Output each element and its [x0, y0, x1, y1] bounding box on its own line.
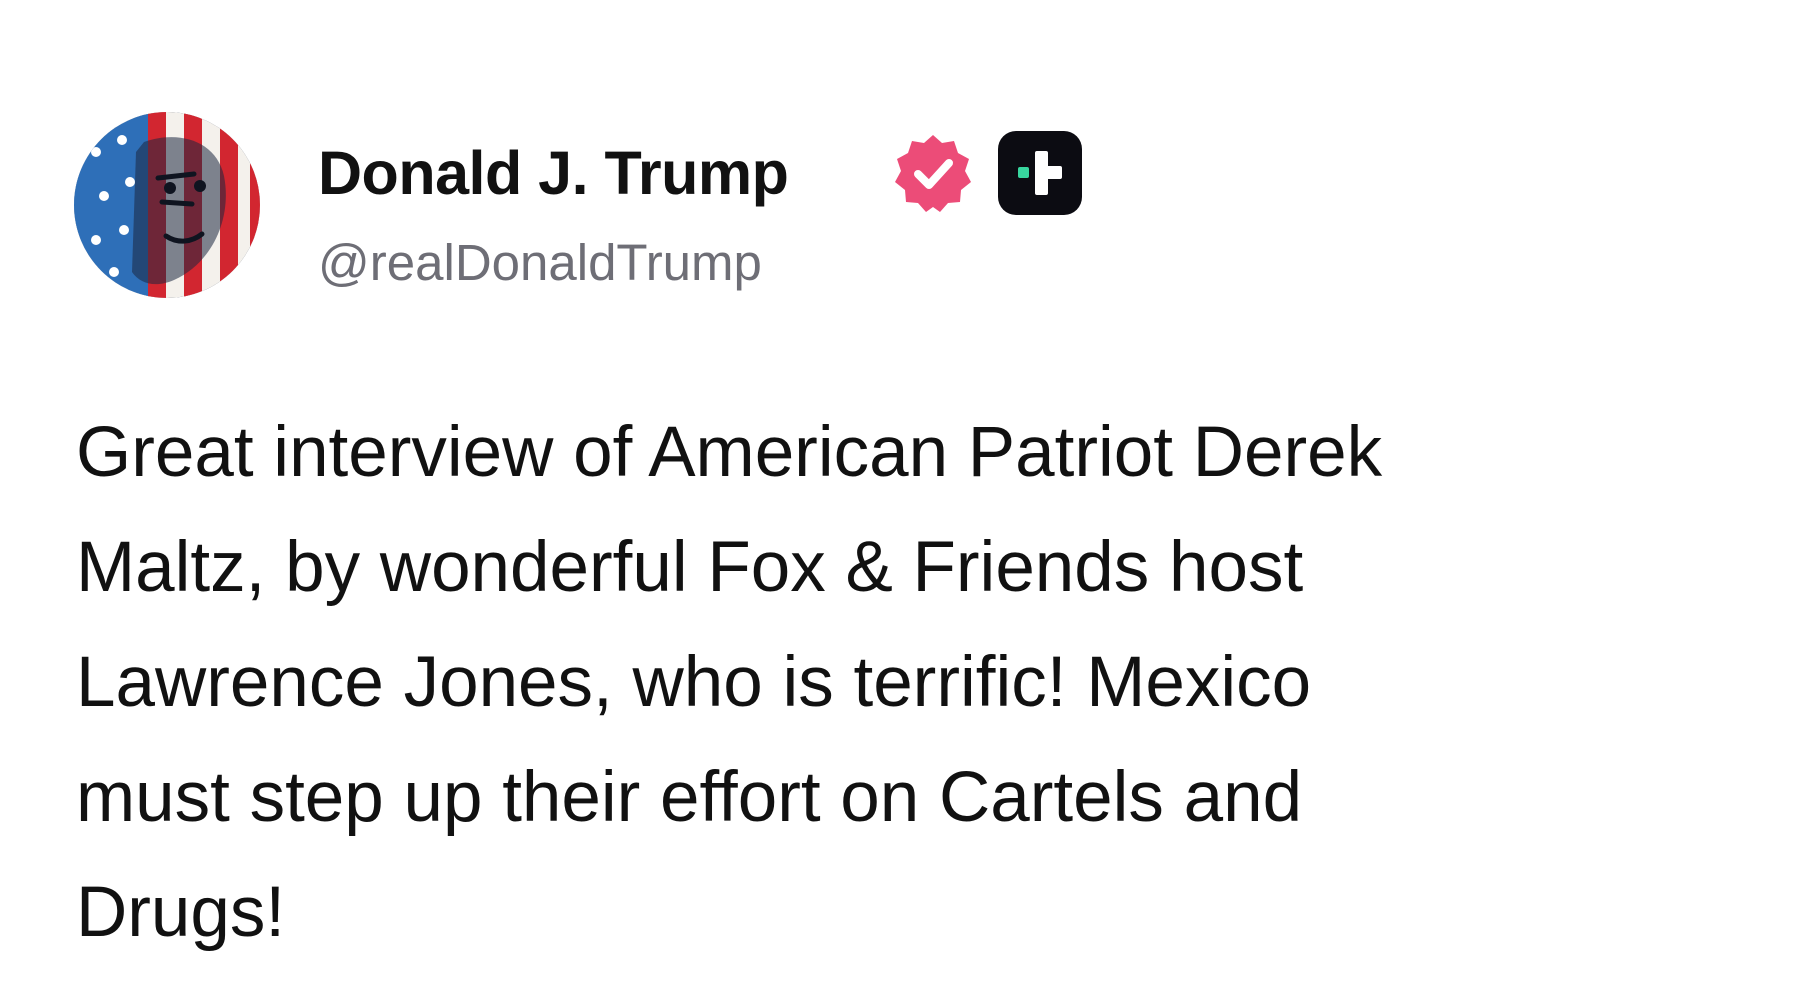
author-display-name[interactable]: Donald J. Trump: [318, 137, 789, 209]
post-text-line: Lawrence Jones, who is terrific! Mexico: [76, 643, 1312, 722]
verified-badge-icon: [891, 131, 975, 215]
post-text-line: Drugs!: [76, 873, 286, 952]
post-text-line: Great interview of American Patriot Dere…: [76, 413, 1383, 492]
flag-portrait-avatar-icon: [74, 112, 260, 298]
truth-plus-badge-icon: [998, 131, 1082, 215]
post-card: Donald J. Trump @realDonaldTrump Great i…: [0, 0, 1809, 1000]
author-handle[interactable]: @realDonaldTrump: [318, 232, 762, 294]
post-body: Great interview of American Patriot Dere…: [76, 395, 1756, 970]
post-text-line: Maltz, by wonderful Fox & Friends host: [76, 528, 1304, 607]
post-text-line: must step up their effort on Cartels and: [76, 758, 1303, 837]
author-avatar[interactable]: [74, 112, 260, 298]
